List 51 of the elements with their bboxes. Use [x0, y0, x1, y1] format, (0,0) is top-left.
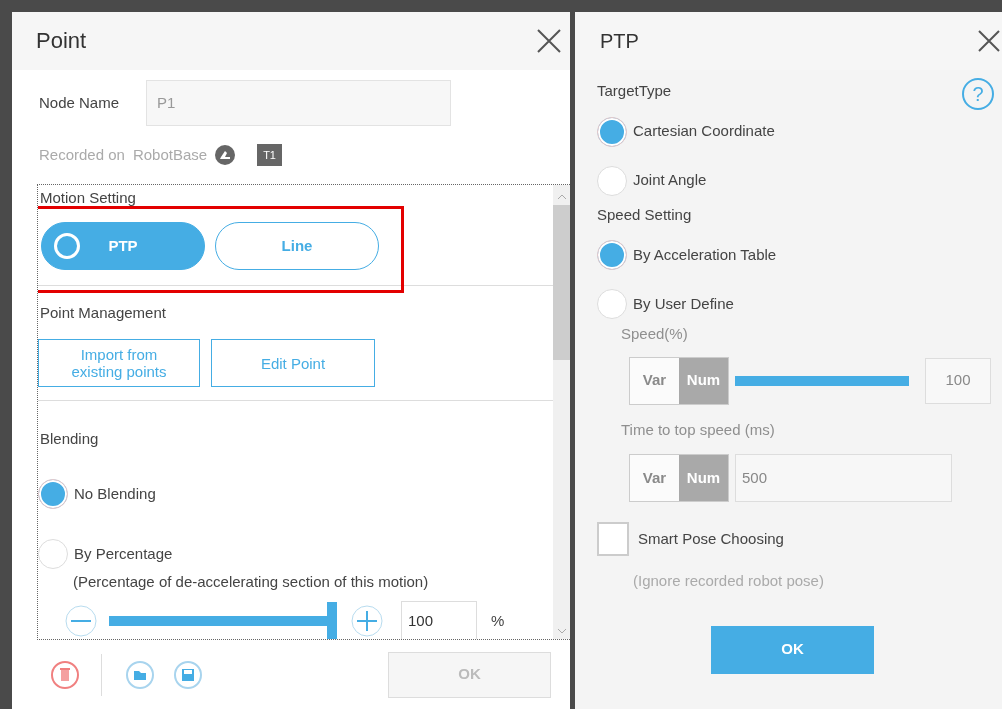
field-label: Speed(%)	[620, 324, 689, 344]
ok-button[interactable]: OK	[711, 625, 874, 674]
radio-label: By User Define	[633, 293, 734, 314]
radio-button[interactable]	[597, 165, 627, 196]
minus-button[interactable]	[63, 603, 99, 640]
radio-button[interactable]	[38, 478, 68, 509]
delete-button[interactable]	[49, 658, 81, 691]
tool-badge: T1	[257, 143, 282, 167]
radio-button[interactable]	[38, 538, 68, 569]
radio-button[interactable]	[597, 289, 627, 319]
hint-text: (Percentage of de-accelerating section of this motion)	[72, 571, 430, 592]
radio-label: Cartesian Coordinate	[633, 121, 775, 142]
value-field[interactable]: 100	[401, 601, 477, 640]
scrollbar-thumb[interactable]	[553, 204, 570, 360]
motion-option[interactable]: PTP	[41, 222, 205, 271]
motion-option[interactable]: Line	[215, 222, 379, 271]
import-button[interactable]: Import from existing points	[38, 339, 200, 388]
help-button[interactable]: ?	[962, 78, 994, 110]
radio-button[interactable]	[597, 240, 627, 270]
section-title: Motion Setting	[39, 187, 137, 208]
slider-track[interactable]	[109, 602, 337, 640]
radio-label: No Blending	[74, 483, 156, 504]
radio-label: By Acceleration Table	[633, 244, 777, 265]
field-label: Time to top speed (ms)	[620, 419, 776, 440]
save-button[interactable]	[172, 658, 204, 691]
frame-name: RobotBase	[132, 144, 208, 165]
scrollbar[interactable]	[553, 184, 570, 640]
section-title: TargetType	[597, 81, 672, 101]
open-folder-button[interactable]	[124, 658, 156, 691]
checkbox[interactable]	[597, 522, 629, 556]
section-title: Speed Setting	[597, 204, 693, 225]
section-title: Blending	[39, 429, 100, 450]
unit-label: %	[491, 611, 505, 632]
panel-title: PTP	[600, 29, 639, 54]
radio-label: Joint Angle	[633, 170, 707, 191]
hint-text: (Ignore recorded robot pose)	[632, 571, 825, 591]
radio-label: By Percentage	[74, 543, 173, 564]
close-button[interactable]	[976, 28, 1002, 54]
section-title: Point Management	[39, 302, 167, 323]
plus-button[interactable]	[349, 603, 385, 640]
scroll-up-icon[interactable]	[556, 192, 567, 201]
slider-thumb[interactable]	[327, 602, 337, 640]
node-name-field[interactable]: P1	[146, 79, 451, 126]
checkbox-label: Smart Pose Choosing	[638, 528, 784, 549]
robot-icon	[215, 144, 236, 165]
radio-button[interactable]	[597, 116, 627, 147]
dialog-title: Point	[36, 27, 87, 56]
edit-button[interactable]: Edit Point	[211, 339, 375, 388]
recorded-label: Recorded on	[39, 144, 125, 165]
field-label: Node Name	[39, 92, 121, 113]
scroll-down-icon[interactable]	[556, 627, 567, 636]
